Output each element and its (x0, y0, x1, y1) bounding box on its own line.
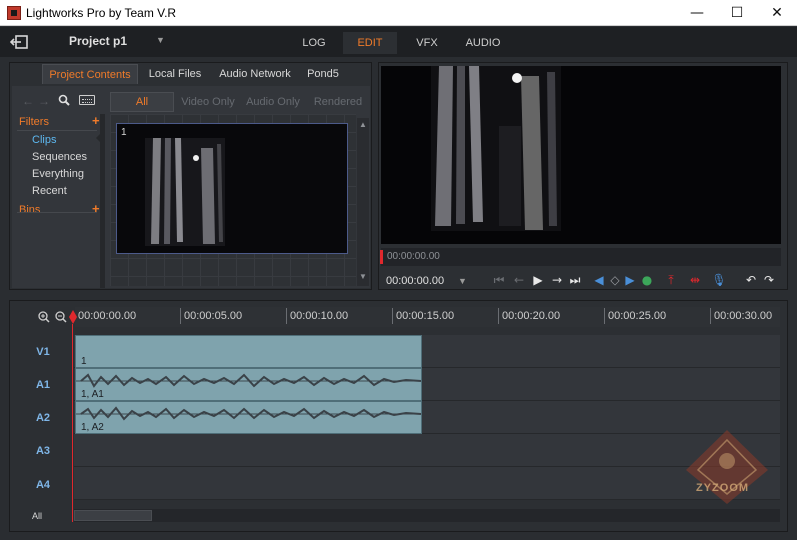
tab-audio-network[interactable]: Audio Network (213, 64, 297, 84)
play-icon[interactable]: ▶ (530, 272, 546, 288)
ruler-tick (286, 308, 287, 324)
track-label-a2[interactable]: A2 (28, 412, 58, 424)
filter-tab-rendered[interactable]: Rendered (306, 92, 370, 112)
minimize-button[interactable]: — (677, 0, 717, 26)
window-title: Lightworks Pro by Team V.R (26, 6, 177, 20)
replace-icon[interactable]: ⇹ (687, 272, 703, 288)
cue-marker-icon[interactable]: ● (639, 272, 655, 288)
ruler-tick (392, 308, 393, 324)
viewer-position-bar[interactable] (381, 248, 781, 266)
ruler-label: 00:00:20.00 (502, 310, 561, 322)
timeline-clip-a2[interactable]: 1, A2 (75, 401, 422, 434)
track-label-a4[interactable]: A4 (28, 479, 58, 491)
mark-in-icon[interactable]: ◀ (591, 272, 607, 288)
filter-item-everything[interactable]: Everything (32, 168, 84, 180)
sidebar-splitter[interactable] (100, 114, 105, 288)
ruler-tick (604, 308, 605, 324)
filter-tab-video-only[interactable]: Video Only (176, 92, 240, 112)
add-filter-icon[interactable]: + (92, 113, 100, 128)
track-label-v1[interactable]: V1 (28, 346, 58, 358)
track-label-a3[interactable]: A3 (28, 445, 58, 457)
forward-arrow-icon[interactable]: → (38, 94, 50, 108)
mark-out-icon[interactable]: ▶ (622, 272, 638, 288)
timeline-scrollbar[interactable] (74, 509, 780, 522)
clip-number: 1 (121, 127, 127, 138)
viewer-position-timecode: 00:00:00.00 (387, 251, 440, 262)
filter-item-sequences[interactable]: Sequences (32, 151, 87, 163)
maximize-button[interactable]: ☐ (717, 0, 757, 26)
microphone-icon[interactable]: 🎙 (711, 272, 727, 288)
tab-pond5[interactable]: Pond5 (303, 64, 343, 84)
exit-project-icon[interactable] (9, 34, 30, 50)
timecode-dropdown-icon[interactable]: ▼ (458, 276, 467, 286)
ruler-label: 00:00:00.00 (78, 310, 137, 322)
bin-scrollbar[interactable]: ▲ ▼ (357, 118, 369, 286)
redo-icon[interactable]: ↷ (761, 272, 777, 288)
back-arrow-icon[interactable]: ← (22, 94, 34, 108)
ruler-tick (710, 308, 711, 324)
project-dropdown-icon[interactable]: ▼ (156, 35, 165, 45)
tab-log[interactable]: LOG (296, 32, 332, 54)
timeline-clip-v1[interactable]: 1 (75, 335, 422, 368)
timeline-all-label[interactable]: All (32, 511, 42, 521)
filter-item-recent[interactable]: Recent (32, 185, 67, 197)
bins-heading: Bins (19, 204, 41, 216)
ruler-label: 00:00:25.00 (608, 310, 667, 322)
timeline-clip-a1[interactable]: 1, A1 (75, 368, 422, 401)
tab-edit[interactable]: EDIT (343, 32, 397, 54)
watermark-text: ZYZOOM (696, 482, 750, 494)
insert-icon[interactable]: ⤒ (663, 272, 679, 288)
filter-tab-all[interactable]: All (110, 92, 174, 112)
close-button[interactable]: ✕ (757, 0, 797, 26)
track-a3[interactable] (74, 434, 780, 467)
tab-local-files[interactable]: Local Files (143, 64, 207, 84)
clip-thumbnail[interactable] (116, 123, 348, 254)
track-a4[interactable] (74, 467, 780, 500)
video-viewer[interactable] (381, 66, 781, 244)
filter-item-clips[interactable]: Clips (32, 134, 56, 146)
add-bin-icon[interactable]: + (92, 201, 100, 216)
playhead-line[interactable] (72, 324, 73, 522)
ruler-tick (498, 308, 499, 324)
ruler-label: 00:00:30.00 (714, 310, 773, 322)
clip-label: 1, A1 (81, 389, 104, 400)
scroll-up-icon[interactable]: ▲ (359, 120, 367, 129)
step-back-icon[interactable]: ← (511, 272, 527, 288)
viewer-position-marker[interactable] (380, 250, 383, 264)
filters-heading: Filters (19, 116, 49, 128)
bins-divider (17, 212, 97, 213)
zoom-in-icon[interactable] (38, 311, 50, 323)
zyzoom-watermark: ZYZOOM (682, 426, 772, 506)
ruler-label: 00:00:15.00 (396, 310, 455, 322)
scroll-down-icon[interactable]: ▼ (359, 272, 367, 281)
project-name[interactable]: Project p1 (69, 34, 127, 48)
search-icon[interactable] (58, 94, 70, 106)
clip-label: 1, A2 (81, 422, 104, 433)
ruler-label: 00:00:10.00 (290, 310, 349, 322)
step-forward-icon[interactable]: → (549, 272, 565, 288)
tab-project-contents[interactable]: Project Contents (42, 64, 138, 84)
lightworks-app-icon (7, 6, 21, 20)
filters-divider (17, 130, 97, 131)
track-label-a1[interactable]: A1 (28, 379, 58, 391)
undo-icon[interactable]: ↶ (743, 272, 759, 288)
go-to-start-icon[interactable]: ⏮ (491, 272, 507, 288)
mark-clear-icon[interactable]: ◇ (607, 272, 623, 288)
ruler-label: 00:00:05.00 (184, 310, 243, 322)
timeline-scroll-thumb[interactable] (74, 510, 152, 521)
filter-tab-audio-only[interactable]: Audio Only (242, 92, 304, 112)
keyboard-icon[interactable] (79, 95, 95, 105)
clip-label: 1 (81, 356, 87, 367)
ruler-tick (180, 308, 181, 324)
go-to-end-icon[interactable]: ⏭ (567, 272, 583, 288)
zoom-out-icon[interactable] (55, 311, 67, 323)
tab-vfx[interactable]: VFX (410, 32, 444, 54)
timecode-display[interactable]: 00:00:00.00 (386, 275, 444, 287)
tab-audio[interactable]: AUDIO (461, 32, 505, 54)
